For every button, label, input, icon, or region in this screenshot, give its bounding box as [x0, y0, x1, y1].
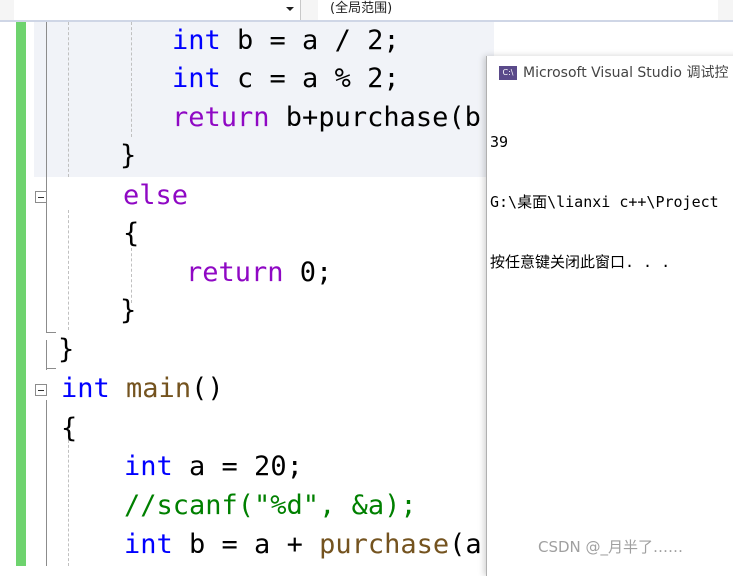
navigation-bar: (全局范围) — [0, 0, 733, 22]
indent-guide — [68, 22, 69, 177]
keyword: return — [172, 102, 270, 133]
code-text: () — [191, 373, 224, 404]
code-line[interactable]: //scanf("%d", &a); — [124, 487, 417, 525]
function-name: main — [126, 373, 192, 404]
console-app-icon: C:\ — [499, 66, 517, 80]
keyword: int — [172, 25, 221, 56]
code-text: } — [120, 140, 137, 171]
indent-guide — [131, 22, 132, 137]
console-output[interactable]: 39 G:\桌面\lianxi c++\Project 按任意键关闭此窗口. .… — [490, 92, 719, 312]
comment: //scanf("%d", &a); — [124, 490, 417, 521]
code-text: } — [120, 295, 137, 326]
code-line[interactable]: int b = a / 2; — [172, 22, 400, 60]
code-line[interactable]: } — [120, 292, 136, 330]
debug-console-window[interactable]: C:\ Microsoft Visual Studio 调试控 39 G:\桌面… — [486, 56, 733, 576]
code-line[interactable]: int b = a + purchase(a) — [124, 526, 498, 564]
keyword: int — [124, 529, 173, 560]
collapse-else-icon[interactable] — [35, 191, 47, 203]
outline-guide — [46, 206, 47, 332]
code-line[interactable]: int a = 20; — [124, 448, 303, 486]
outline-guide-end — [46, 332, 56, 333]
scope-dropdown[interactable]: (全局范围) — [318, 0, 718, 20]
code-line[interactable]: return 0; — [186, 254, 332, 292]
code-text: { — [123, 218, 140, 249]
chevron-down-icon[interactable] — [286, 7, 294, 11]
code-line[interactable]: int main() — [61, 370, 224, 408]
watermark: CSDN @_月半了…… — [538, 538, 684, 556]
file-scope-dropdown[interactable] — [14, 0, 301, 20]
function-name: purchase — [319, 529, 450, 560]
console-output-line: 39 — [490, 133, 509, 151]
code-text: b+purchase(b — [269, 102, 481, 133]
code-text: a = 20; — [172, 451, 303, 482]
code-line[interactable]: { — [61, 410, 77, 448]
code-line[interactable]: { — [123, 215, 139, 253]
keyword: else — [123, 180, 189, 211]
keyword: int — [172, 63, 221, 94]
code-text: } — [58, 334, 75, 365]
change-tracking-bar — [16, 22, 26, 566]
outline-guide — [46, 340, 47, 370]
console-output-line: G:\桌面\lianxi c++\Project — [490, 193, 719, 211]
code-line[interactable]: return b+purchase(b — [172, 99, 481, 137]
keyword: return — [186, 257, 284, 288]
outline-guide-end — [46, 368, 56, 369]
scope-label: (全局范围) — [330, 1, 393, 16]
code-line[interactable]: } — [58, 331, 74, 369]
console-output-line: 按任意键关闭此窗口. . . — [490, 253, 671, 271]
keyword: int — [124, 451, 173, 482]
code-line[interactable]: else — [123, 177, 188, 215]
code-text: b = a + — [172, 529, 320, 560]
console-title: Microsoft Visual Studio 调试控 — [523, 65, 729, 81]
outline-guide — [46, 400, 47, 566]
code-text: c = a % 2; — [220, 63, 400, 94]
indent-guide — [68, 210, 69, 330]
code-line[interactable]: int c = a % 2; — [172, 60, 400, 98]
indent-guide — [68, 440, 69, 566]
console-title-bar[interactable]: C:\ Microsoft Visual Studio 调试控 — [487, 56, 733, 90]
code-text: 0; — [283, 257, 333, 288]
collapse-main-icon[interactable] — [35, 384, 47, 396]
code-line[interactable]: } — [120, 137, 136, 175]
code-text: { — [61, 413, 78, 444]
code-text: b = a / 2; — [220, 25, 400, 56]
keyword: int — [61, 373, 110, 404]
